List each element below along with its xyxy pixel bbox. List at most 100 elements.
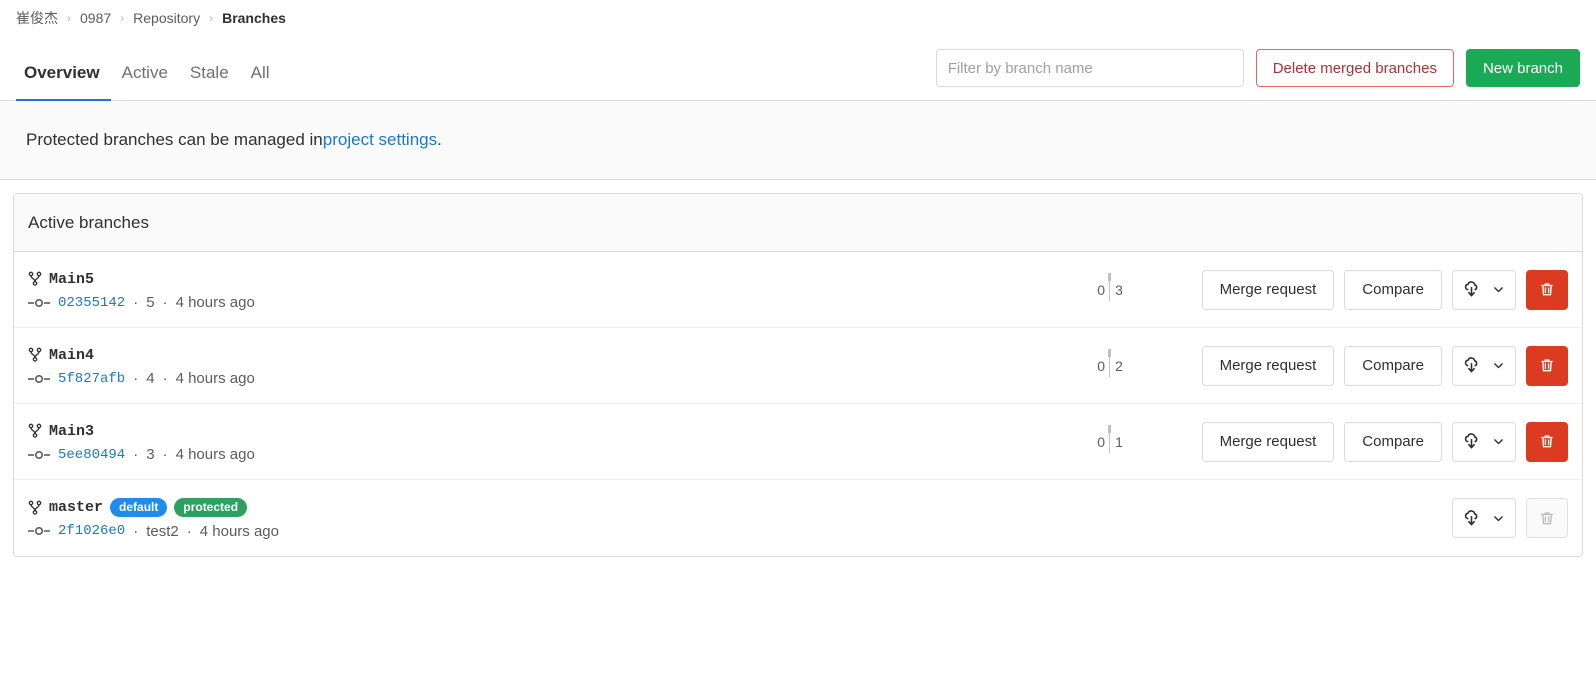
divergence-divider: [1108, 348, 1112, 377]
commit-separator: ·: [133, 446, 139, 463]
divergence-behind-count: 0: [1097, 433, 1106, 450]
clone-branch-dropdown[interactable]: [1452, 421, 1516, 462]
branch-info: Main5 02355142 · 5 · 4 hours ago: [28, 268, 255, 311]
branch-icon: [28, 423, 42, 439]
branch-actions: Merge request Compare: [1201, 345, 1568, 386]
commit-sha-link[interactable]: 5ee80494: [58, 447, 125, 463]
tab-all[interactable]: All: [240, 64, 281, 101]
tab-active[interactable]: Active: [111, 64, 179, 101]
divergence-graph: [1310, 500, 1410, 536]
delete-branch-button[interactable]: [1526, 345, 1568, 386]
clone-branch-dropdown[interactable]: [1452, 269, 1516, 310]
branch-commit-line: 5ee80494 · 3 · 4 hours ago: [28, 446, 255, 463]
branch-icon: [28, 500, 42, 516]
tab-overview[interactable]: Overview: [16, 64, 111, 101]
branch-row: Main4 5f827afb · 4 · 4 hours ago 0 2 Merge reque…: [14, 328, 1582, 404]
divergence-divider: [1108, 424, 1112, 453]
branch-commit-line: 02355142 · 5 · 4 hours ago: [28, 294, 255, 311]
chevron-down-icon: [1492, 512, 1505, 525]
branch-info: Main3 5ee80494 · 3 · 4 hours ago: [28, 420, 255, 463]
branch-list: Main5 02355142 · 5 · 4 hours ago 0 3 Merge reque…: [14, 252, 1582, 556]
branch-row: Main5 02355142 · 5 · 4 hours ago 0 3 Merge reque…: [14, 252, 1582, 328]
breadcrumb-separator: ›: [120, 11, 125, 25]
clone-download-icon: [1463, 509, 1480, 527]
branch-row: master default protected 2f1026e0 · test2 · 4 h…: [14, 480, 1582, 556]
branch-title: Main5: [28, 268, 255, 290]
branch-tabs: Overview Active Stale All: [16, 36, 281, 101]
delete-branch-button-disabled: [1526, 498, 1568, 538]
commit-time: 4 hours ago: [175, 294, 255, 311]
trash-icon: [1539, 357, 1555, 374]
commit-time: 4 hours ago: [199, 522, 279, 540]
clone-download-icon: [1463, 357, 1480, 374]
merge-request-button[interactable]: Merge request: [1201, 345, 1335, 386]
branch-commit-line: 2f1026e0 · test2 · 4 hours ago: [28, 523, 279, 540]
commit-separator: ·: [186, 522, 192, 540]
compare-button[interactable]: Compare: [1344, 345, 1442, 386]
delete-branch-button[interactable]: [1526, 421, 1568, 462]
commit-separator: ·: [162, 446, 168, 463]
clone-download-icon: [1463, 281, 1480, 298]
branch-name[interactable]: Main3: [49, 423, 94, 440]
commit-time: 4 hours ago: [175, 446, 255, 463]
chevron-down-icon: [1492, 435, 1505, 448]
divergence-graph: 02: [1060, 348, 1160, 384]
branch-commit-line: 5f827afb · 4 · 4 hours ago: [28, 370, 255, 387]
commit-title: 5: [146, 294, 155, 311]
project-settings-link[interactable]: project settings: [323, 130, 437, 150]
divergence-ahead-count: 3: [1115, 281, 1123, 298]
commit-title: 4: [146, 370, 155, 387]
branch-actions: Merge request Compare: [1201, 421, 1568, 462]
branch-name[interactable]: Main4: [49, 347, 94, 364]
divergence-graph: 01: [1060, 424, 1160, 460]
new-branch-button[interactable]: New branch: [1465, 49, 1580, 87]
commit-icon: [28, 524, 50, 538]
commit-icon: [28, 372, 50, 386]
branch-icon: [28, 347, 42, 363]
notice-text-after: .: [437, 130, 442, 149]
merge-request-button[interactable]: Merge request: [1201, 421, 1335, 462]
breadcrumb-item-1[interactable]: 0987: [80, 10, 111, 26]
branch-actions: Merge request Compare: [1201, 269, 1568, 310]
commit-sha-link[interactable]: 5f827afb: [58, 371, 125, 387]
divergence-divider: [1108, 272, 1112, 301]
divergence-ahead-count: 1: [1115, 433, 1123, 450]
commit-title: 3: [146, 446, 155, 463]
branch-row: Main3 5ee80494 · 3 · 4 hours ago 0 1 Merge reque…: [14, 404, 1582, 480]
divergence-ahead-count: 2: [1115, 357, 1123, 374]
notice-text-before: Protected branches can be managed in: [26, 130, 323, 149]
commit-sha-link[interactable]: 02355142: [58, 295, 125, 311]
clone-download-icon: [1463, 433, 1480, 450]
delete-merged-branches-button[interactable]: Delete merged branches: [1255, 49, 1454, 87]
clone-branch-dropdown[interactable]: [1452, 498, 1516, 538]
commit-title: test2: [146, 522, 179, 540]
active-branches-header: Active branches: [14, 194, 1582, 252]
branch-actions: [1452, 498, 1568, 538]
branch-name[interactable]: Main5: [49, 271, 94, 288]
commit-separator: ·: [133, 294, 139, 311]
protected-branches-notice: Protected branches can be managed in pro…: [0, 101, 1596, 180]
delete-branch-button[interactable]: [1526, 269, 1568, 310]
trash-icon: [1539, 510, 1555, 527]
commit-sha-link[interactable]: 2f1026e0: [58, 523, 125, 539]
branch-badge-protected: protected: [174, 497, 248, 518]
divergence-behind-count: 0: [1097, 281, 1106, 298]
merge-request-button[interactable]: Merge request: [1201, 269, 1335, 310]
breadcrumb-separator: ›: [67, 11, 71, 25]
branch-filter-input[interactable]: [935, 49, 1244, 87]
chevron-down-icon: [1492, 283, 1505, 296]
active-branches-card: Active branches Main5 02355142 · 5 · 4 hours …: [13, 193, 1583, 557]
trash-icon: [1539, 433, 1555, 450]
clone-branch-dropdown[interactable]: [1452, 345, 1516, 386]
branch-title: Main4: [28, 344, 255, 366]
commit-separator: ·: [133, 370, 139, 387]
branch-title: Main3: [28, 420, 255, 442]
branch-info: Main4 5f827afb · 4 · 4 hours ago: [28, 344, 255, 387]
branch-name[interactable]: master: [49, 499, 103, 516]
breadcrumb-item-0[interactable]: 崔俊杰: [16, 8, 58, 28]
compare-button[interactable]: Compare: [1344, 269, 1442, 310]
compare-button[interactable]: Compare: [1344, 421, 1442, 462]
tab-stale[interactable]: Stale: [179, 64, 240, 101]
commit-icon: [28, 296, 50, 310]
breadcrumb-item-2[interactable]: Repository: [133, 10, 200, 26]
